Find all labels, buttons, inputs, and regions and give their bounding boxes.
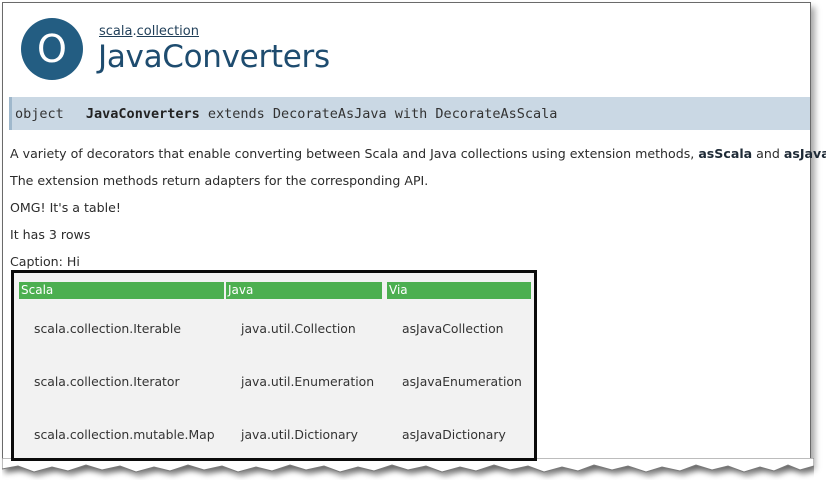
table-cell: java.util.Collection bbox=[241, 321, 356, 336]
table-cell: asJavaEnumeration bbox=[402, 374, 522, 389]
description-line-1: A variety of decorators that enable conv… bbox=[10, 146, 826, 161]
page-title: JavaConverters bbox=[98, 39, 330, 75]
conversion-table: Scala Java Via scala.collection.Iterable… bbox=[11, 270, 537, 461]
table-cell: java.util.Enumeration bbox=[241, 374, 375, 389]
package-link-collection[interactable]: collection bbox=[137, 24, 199, 39]
package-link-scala[interactable]: scala bbox=[99, 24, 132, 39]
table-cell: asJavaDictionary bbox=[402, 427, 506, 442]
desc-text: and bbox=[752, 146, 784, 161]
signature: object JavaConverters extends DecorateAs… bbox=[15, 106, 557, 122]
table-cell: scala.collection.mutable.Map bbox=[34, 427, 215, 442]
torn-edge bbox=[2, 458, 814, 473]
description-line-4: It has 3 rows bbox=[10, 227, 91, 242]
table-header-java: Java bbox=[226, 282, 382, 299]
table-cell: scala.collection.Iterable bbox=[34, 321, 181, 336]
description-line-2: The extension methods return adapters fo… bbox=[10, 173, 429, 188]
signature-name: JavaConverters bbox=[85, 106, 200, 122]
table-header-scala: Scala bbox=[19, 282, 224, 299]
object-badge-icon: O bbox=[21, 18, 83, 80]
table-cell: scala.collection.Iterator bbox=[34, 374, 180, 389]
desc-text: A variety of decorators that enable conv… bbox=[10, 146, 699, 161]
table-header-via: Via bbox=[387, 282, 531, 299]
signature-keyword: object bbox=[15, 106, 64, 122]
table-cell: asJavaCollection bbox=[402, 321, 504, 336]
method-asScala: asScala bbox=[698, 146, 753, 161]
package-breadcrumb: scala.collection bbox=[99, 24, 199, 39]
table-caption: Caption: Hi bbox=[10, 254, 80, 269]
table-cell: java.util.Dictionary bbox=[241, 427, 358, 442]
description-line-3: OMG! It's a table! bbox=[10, 200, 121, 215]
method-asJava: asJava bbox=[783, 146, 826, 161]
signature-rest: extends DecorateAsJava with DecorateAsSc… bbox=[207, 106, 558, 122]
